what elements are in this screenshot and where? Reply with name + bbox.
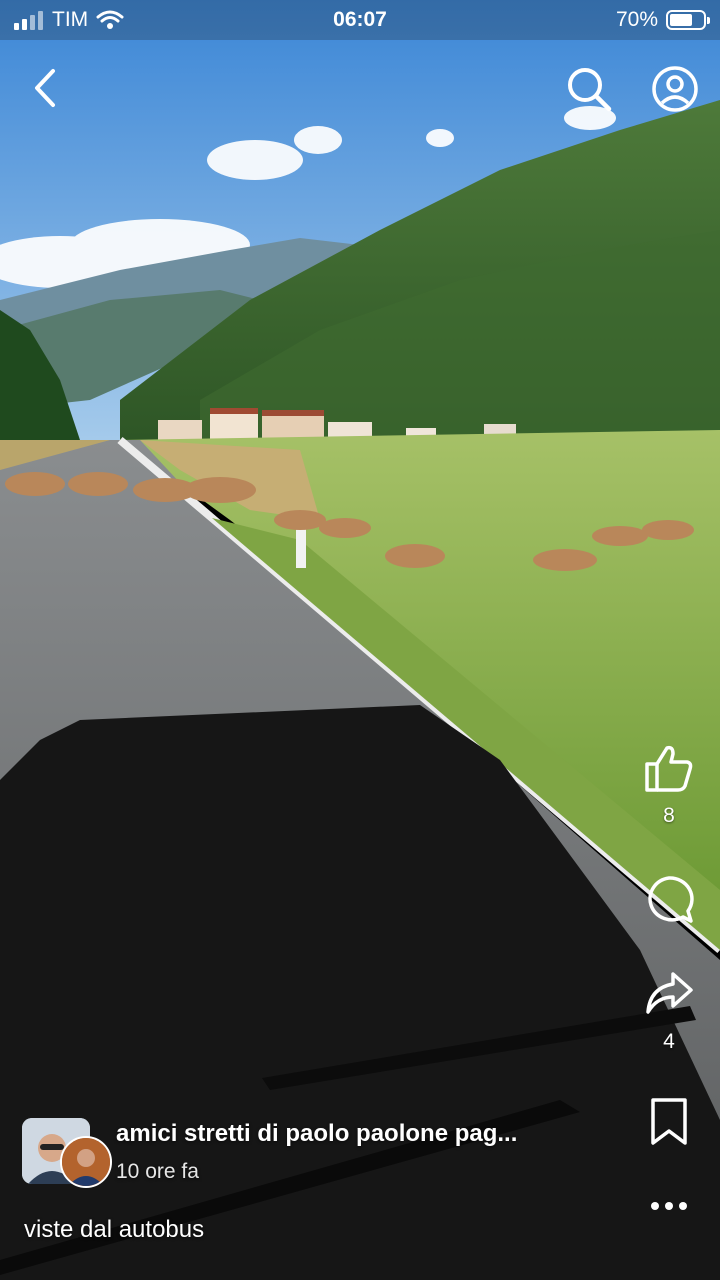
status-bar: TIM 06:07 70% — [0, 0, 720, 40]
like-action[interactable]: 8 — [644, 742, 694, 828]
video-frame[interactable] — [0, 0, 720, 1280]
avatar-secondary[interactable] — [60, 1136, 112, 1188]
save-action[interactable] — [644, 1096, 694, 1148]
profile-button[interactable] — [650, 64, 700, 114]
thumbs-up-icon — [645, 745, 693, 792]
more-dots-icon — [651, 1202, 687, 1210]
group-name[interactable]: amici stretti di paolo paolone pag... — [116, 1120, 517, 1148]
battery-percent: 70% — [615, 8, 658, 31]
bookmark-icon — [651, 1098, 687, 1145]
chevron-left-icon — [35, 69, 55, 107]
status-right: 70% — [615, 8, 710, 32]
person-photo-icon — [62, 1138, 110, 1186]
more-action[interactable] — [644, 1196, 694, 1216]
battery-fill — [670, 14, 692, 26]
post-caption: viste dal autobus — [24, 1216, 205, 1243]
post-author[interactable]: amici stretti di paolo paolone pag... 10… — [22, 1116, 610, 1188]
battery-icon — [666, 10, 710, 30]
post-time: 10 ore fa — [116, 1160, 199, 1183]
clock: 06:07 — [333, 8, 387, 31]
search-button[interactable] — [564, 64, 614, 114]
search-icon — [568, 68, 612, 112]
share-action[interactable]: 4 — [644, 968, 694, 1054]
avatar-group[interactable] — [22, 1116, 112, 1188]
profile-icon — [652, 66, 698, 112]
share-count: 4 — [663, 1030, 675, 1053]
comment-icon — [648, 876, 694, 923]
share-arrow-icon — [646, 972, 693, 1014]
like-count: 8 — [663, 804, 675, 827]
comment-action[interactable] — [644, 874, 694, 926]
back-button[interactable] — [26, 62, 66, 114]
